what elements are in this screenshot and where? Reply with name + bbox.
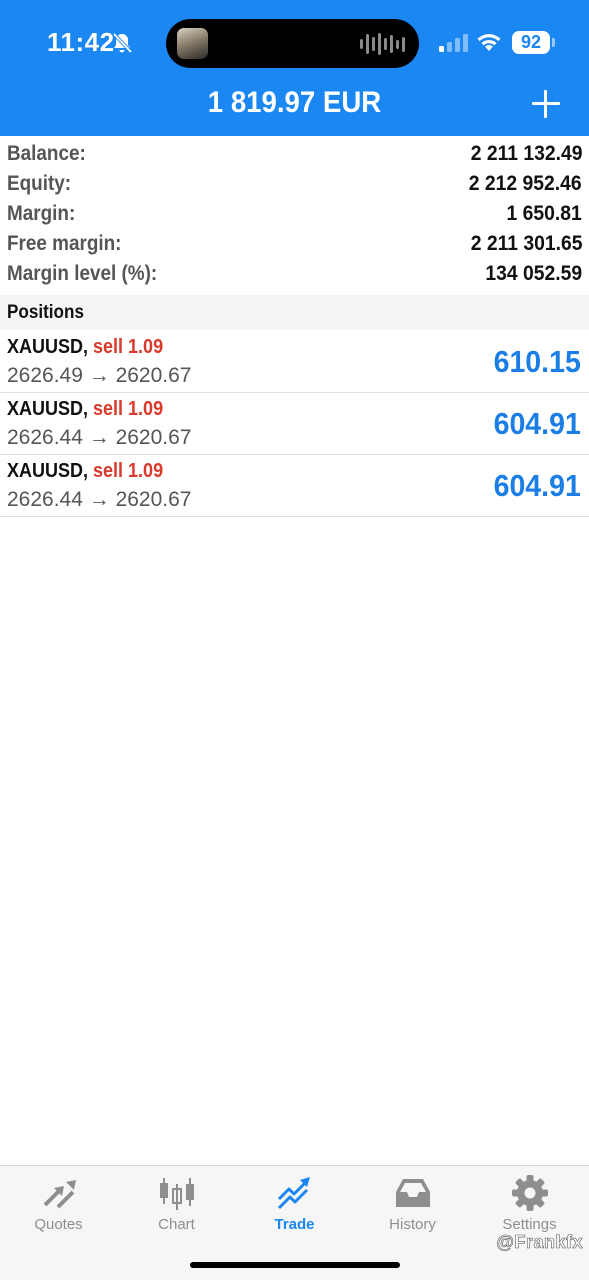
positions-list: XAUUSD, sell 1.09 2626.49 → 2620.67 610.…: [0, 331, 589, 517]
top-header: 11:42 92 1 819.97 EUR: [0, 0, 589, 136]
signal-icon: [439, 34, 468, 52]
status-time: 11:42: [47, 27, 115, 57]
summary-row-free-margin: Free margin: 2 211 301.65: [0, 228, 589, 258]
position-symbol: XAUUSD,: [7, 460, 89, 482]
position-instrument: XAUUSD, sell 1.09: [7, 336, 163, 359]
tab-history[interactable]: History: [354, 1166, 471, 1246]
position-side: sell 1.09: [93, 398, 164, 420]
tab-label: History: [389, 1216, 436, 1233]
summary-value: 2 212 952.46: [469, 172, 582, 195]
tab-trade[interactable]: Trade: [236, 1166, 353, 1246]
summary-value: 134 052.59: [485, 262, 582, 285]
summary-row-equity: Equity: 2 212 952.46: [0, 168, 589, 198]
summary-row-margin-level: Margin level (%): 134 052.59: [0, 258, 589, 288]
quotes-arrows-icon: [43, 1180, 76, 1209]
summary-row-balance: Balance: 2 211 132.49: [0, 138, 589, 168]
bell-slash-icon: [112, 32, 132, 54]
position-prices: 2626.44 → 2620.67: [7, 426, 192, 449]
wifi-icon: [477, 34, 501, 51]
tab-label: Settings: [502, 1216, 557, 1233]
position-row[interactable]: XAUUSD, sell 1.09 2626.44 → 2620.67 604.…: [0, 455, 589, 517]
plus-icon[interactable]: [530, 88, 562, 120]
tab-chart[interactable]: Chart: [118, 1166, 235, 1246]
tab-label: Chart: [158, 1216, 195, 1233]
summary-label: Free margin:: [7, 232, 122, 255]
candlestick-icon: [160, 1178, 194, 1210]
summary-label: Margin:: [7, 202, 76, 225]
battery-nub: [552, 38, 555, 47]
inbox-tray-icon: [396, 1179, 430, 1207]
summary-label: Balance:: [7, 142, 86, 165]
tab-label: Trade: [274, 1216, 315, 1233]
position-instrument: XAUUSD, sell 1.09: [7, 398, 163, 421]
gear-icon: [512, 1175, 548, 1211]
position-profit: 610.15: [493, 344, 581, 379]
watermark: @Frankfx: [496, 1232, 583, 1253]
account-summary: Balance: 2 211 132.49 Equity: 2 212 952.…: [0, 138, 589, 288]
position-instrument: XAUUSD, sell 1.09: [7, 460, 163, 483]
positions-title: Positions: [7, 302, 84, 323]
summary-value: 1 650.81: [506, 202, 582, 225]
position-side: sell 1.09: [93, 336, 164, 358]
media-artwork: [177, 28, 208, 59]
home-indicator[interactable]: [190, 1262, 400, 1268]
position-row[interactable]: XAUUSD, sell 1.09 2626.49 → 2620.67 610.…: [0, 331, 589, 393]
position-row[interactable]: XAUUSD, sell 1.09 2626.44 → 2620.67 604.…: [0, 393, 589, 455]
summary-row-margin: Margin: 1 650.81: [0, 198, 589, 228]
position-prices: 2626.44 → 2620.67: [7, 488, 192, 511]
summary-value: 2 211 301.65: [470, 232, 582, 255]
audio-wave-icon: [360, 32, 405, 56]
position-side: sell 1.09: [93, 460, 164, 482]
summary-label: Equity:: [7, 172, 72, 195]
dynamic-island: [166, 19, 419, 68]
tab-label: Quotes: [34, 1216, 83, 1233]
position-profit: 604.91: [493, 468, 581, 503]
tab-quotes[interactable]: Quotes: [0, 1166, 117, 1246]
position-symbol: XAUUSD,: [7, 336, 89, 358]
trade-trend-icon: [277, 1177, 310, 1210]
equity-title: 1 819.97 EUR: [207, 86, 382, 119]
position-symbol: XAUUSD,: [7, 398, 89, 420]
summary-label: Margin level (%):: [7, 262, 158, 285]
position-profit: 604.91: [493, 406, 581, 441]
summary-value: 2 211 132.49: [470, 142, 582, 165]
position-prices: 2626.49 → 2620.67: [7, 364, 192, 387]
battery-icon: 92: [512, 31, 550, 54]
positions-section-header: Positions: [0, 295, 589, 330]
